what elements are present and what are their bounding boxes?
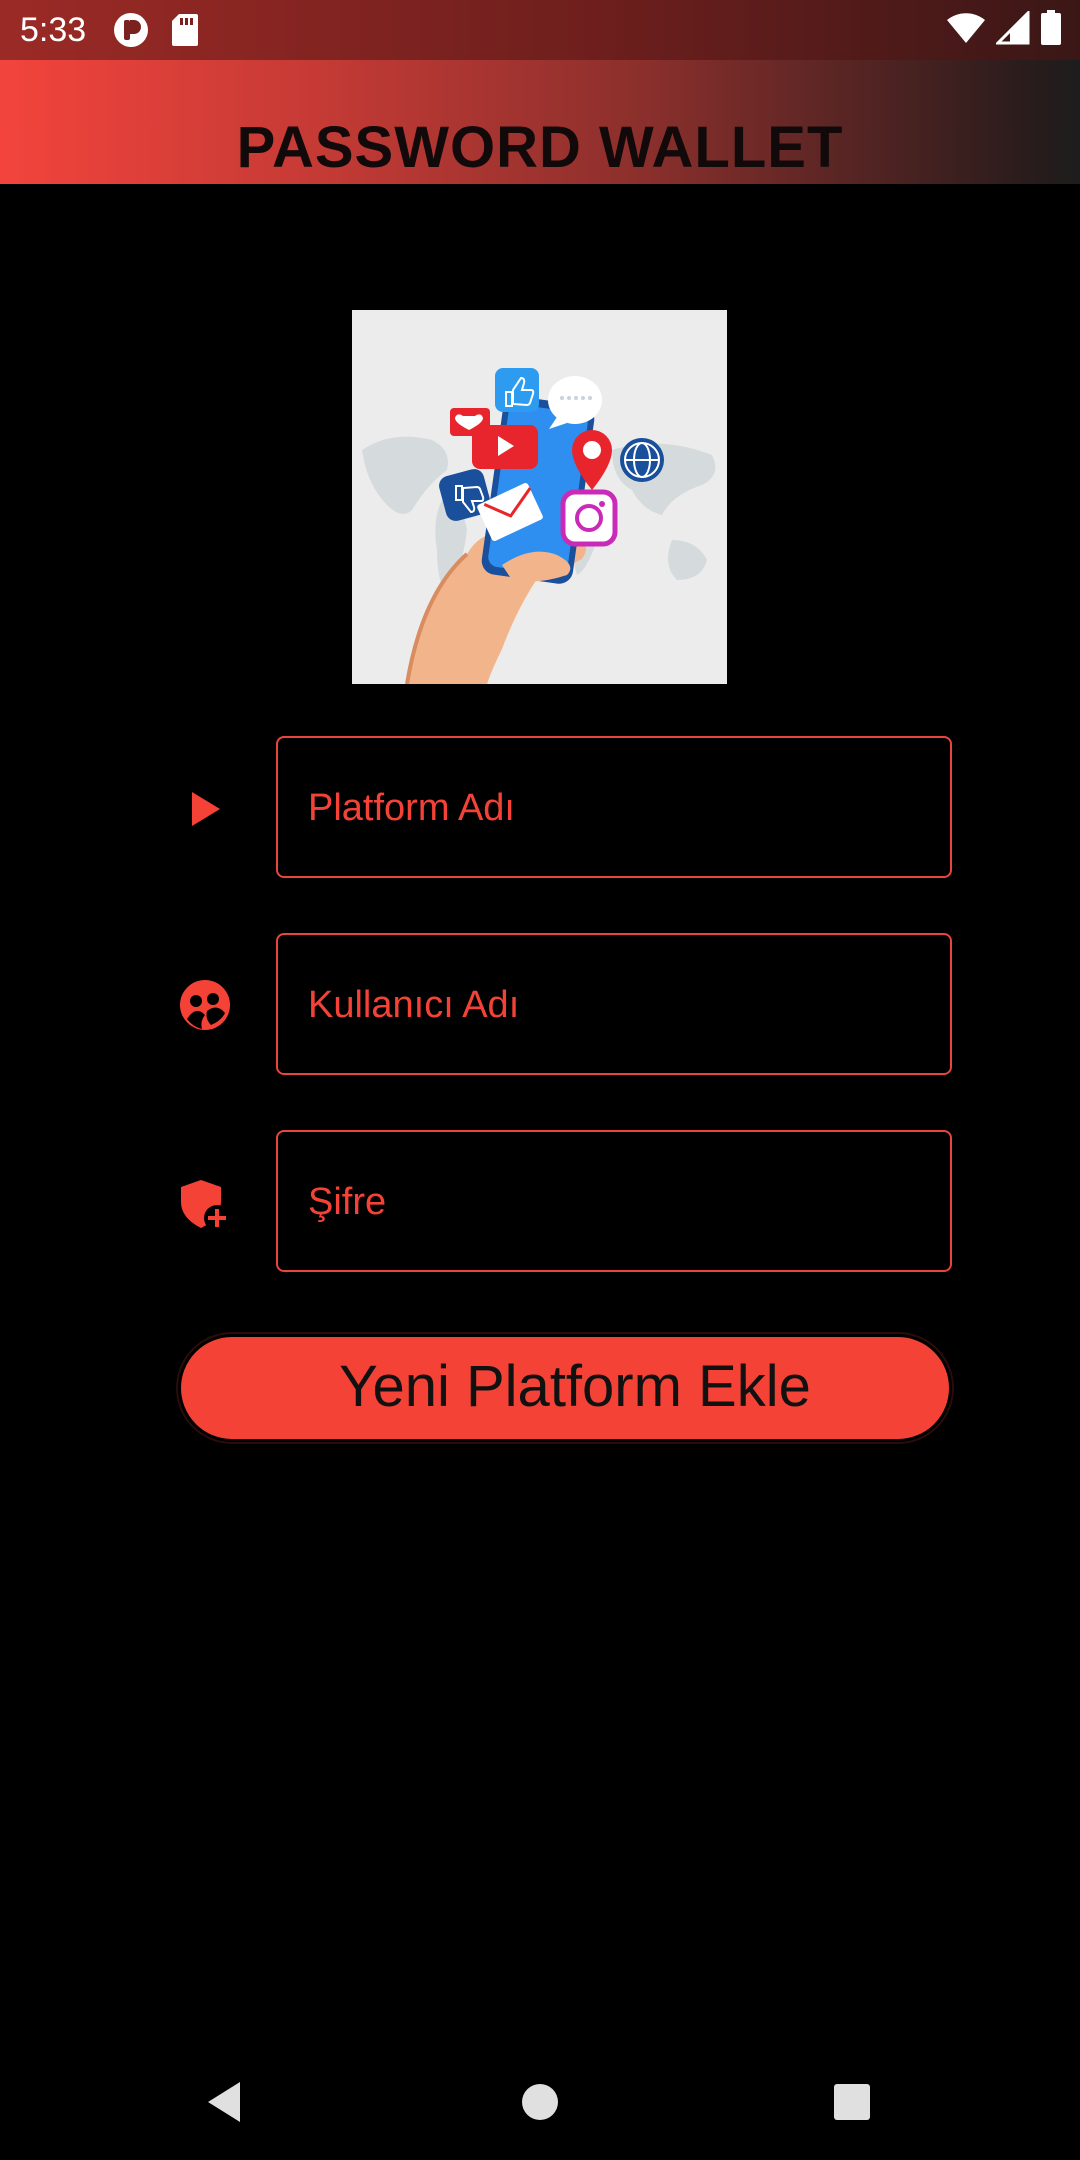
add-platform-button[interactable]: Yeni Platform Ekle — [178, 1334, 952, 1442]
status-right-icons — [946, 9, 1062, 51]
wifi-icon — [946, 11, 986, 50]
username-input[interactable] — [306, 935, 930, 1075]
p-app-icon — [113, 12, 149, 53]
play-arrow-icon — [178, 782, 232, 836]
status-time: 5:33 — [20, 11, 87, 49]
signal-icon — [994, 9, 1030, 50]
status-bar: 5:33 — [0, 0, 1080, 60]
status-left-icons — [113, 12, 199, 53]
password-input[interactable] — [306, 1132, 930, 1272]
back-icon[interactable] — [204, 2080, 244, 2129]
social-media-illustration — [352, 310, 727, 684]
platform-name-field[interactable] — [276, 736, 952, 878]
home-icon[interactable] — [520, 2080, 560, 2129]
system-nav-bar — [0, 2040, 1080, 2160]
page-title: PASSWORD WALLET — [236, 115, 844, 180]
platform-name-input[interactable] — [306, 738, 930, 878]
shield-add-icon — [178, 1178, 232, 1232]
app-header: PASSWORD WALLET — [0, 60, 1080, 184]
user-group-icon — [178, 978, 232, 1032]
recents-icon[interactable] — [832, 2080, 872, 2129]
password-field[interactable] — [276, 1130, 952, 1272]
sd-card-icon — [171, 13, 199, 52]
battery-icon — [1040, 10, 1062, 51]
username-field[interactable] — [276, 933, 952, 1075]
